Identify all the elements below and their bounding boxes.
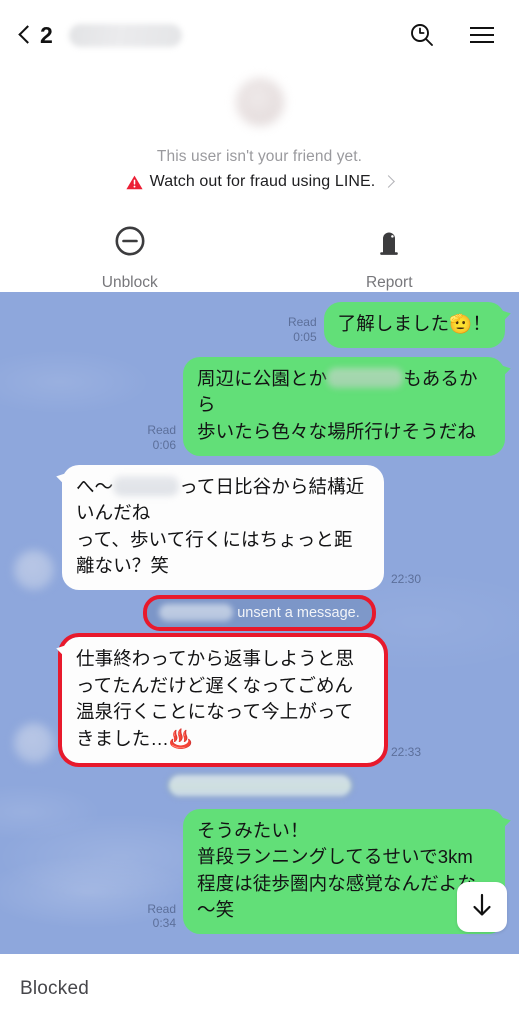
redacted-text — [327, 367, 404, 388]
redacted-text — [113, 475, 180, 496]
message-meta: Read 0:06 — [147, 423, 176, 452]
fraud-warning-text: Watch out for fraud using LINE. — [149, 173, 376, 190]
arrow-down-icon — [469, 891, 495, 924]
unsent-message-text: unsent a message. — [237, 604, 360, 621]
message-row-incoming: へ～ って日比谷から結構近いんだね って、歩いて行くにはちょっと距離ない？笑 22… — [14, 464, 505, 590]
message-meta: Read 0:05 — [288, 315, 317, 344]
report-button[interactable]: Report — [260, 225, 519, 292]
search-clock-icon[interactable] — [407, 20, 437, 50]
panel-actions: Unblock Report — [0, 225, 519, 292]
avatar[interactable] — [14, 550, 54, 590]
message-bubble[interactable]: 周辺に公園とか もあるから 歩いたら色々な場所行けそうだね — [183, 356, 505, 456]
message-meta: Read 0:34 — [147, 902, 176, 931]
not-friend-note: This user isn't your friend yet. — [156, 148, 363, 165]
message-row-outgoing: Read 0:06 周辺に公園とか もあるから 歩いたら色々な場所行けそうだね — [14, 356, 505, 456]
redacted-pill — [165, 771, 354, 799]
unread-count-badge: 2 — [40, 21, 53, 48]
avatar — [235, 78, 284, 126]
message-time: 0:34 — [152, 916, 176, 931]
redacted-username — [159, 604, 234, 621]
message-text-part: へ～ — [76, 475, 114, 497]
chevron-left-icon — [18, 24, 33, 46]
line-chat-screen: 2 This user isn't your friend yet. Watch… — [0, 0, 519, 1024]
message-bubble[interactable]: へ～ って日比谷から結構近いんだね って、歩いて行くにはちょっと距離ない？笑 — [62, 464, 384, 590]
message-row-outgoing: Read 0:34 そうみたい！ 普段ランニングしてるせいで3km程度は徒歩圏内… — [14, 808, 505, 934]
message-time: 22:30 — [391, 572, 422, 587]
avatar[interactable] — [14, 722, 54, 763]
unblock-button[interactable]: Unblock — [0, 225, 260, 292]
message-bubble[interactable]: 仕事終わってから返事しようと思ってたんだけど遅くなってごめん 温泉行くことになっ… — [58, 633, 388, 767]
hamburger-menu-icon[interactable] — [467, 20, 497, 50]
message-meta: 22:33 — [391, 745, 421, 760]
report-tombstone-icon — [373, 225, 405, 262]
chat-footer: Blocked — [0, 954, 519, 1024]
messages-container: Read 0:05 了解しました🫡！ Read 0:06 周辺に公園とか もあるか… — [0, 302, 519, 934]
chat-header: 2 — [0, 0, 519, 70]
message-bubble[interactable]: 了解しました🫡！ — [323, 302, 505, 348]
system-message-row — [14, 771, 505, 799]
message-row-outgoing: Read 0:05 了解しました🫡！ — [14, 302, 505, 348]
blocked-status: Blocked — [20, 978, 89, 999]
message-time: 0:05 — [293, 330, 317, 344]
read-status: Read — [147, 901, 176, 916]
not-friend-panel: This user isn't your friend yet. Watch o… — [0, 70, 519, 292]
warning-triangle-icon — [126, 175, 143, 190]
message-meta: 22:30 — [391, 572, 421, 587]
block-minus-circle-icon — [114, 225, 146, 262]
message-text-part: 周辺に公園とか — [197, 367, 328, 389]
message-row-incoming: 仕事終わってから返事しようと思ってたんだけど遅くなってごめん 温泉行くことになっ… — [14, 633, 505, 767]
scroll-to-bottom-button[interactable] — [457, 882, 507, 932]
system-message-row: unsent a message. — [14, 595, 505, 631]
message-time: 0:06 — [152, 437, 176, 452]
read-status: Read — [287, 315, 317, 330]
fraud-warning-link[interactable]: Watch out for fraud using LINE. — [126, 173, 396, 191]
header-actions — [407, 20, 497, 50]
unsent-message-notice: unsent a message. — [143, 595, 376, 631]
report-label: Report — [365, 274, 413, 291]
message-time: 22:33 — [391, 744, 422, 759]
chat-message-list[interactable]: Read 0:05 了解しました🫡！ Read 0:06 周辺に公園とか もあるか… — [0, 292, 519, 954]
back-button[interactable]: 2 — [18, 21, 53, 49]
chat-title-redacted — [69, 23, 183, 47]
chevron-right-icon — [382, 175, 396, 188]
unblock-label: Unblock — [101, 274, 158, 291]
read-status: Read — [147, 423, 176, 438]
